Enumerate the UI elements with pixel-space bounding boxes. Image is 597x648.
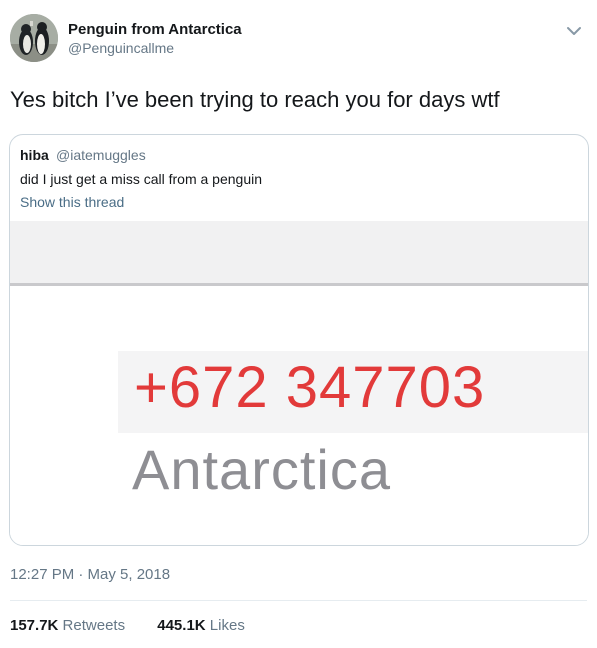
- tweet-stats: 157.7K Retweets 445.1K Likes: [10, 617, 273, 634]
- media-header-band: [10, 221, 588, 283]
- author-name[interactable]: Penguin from Antarctica: [68, 21, 242, 38]
- quoted-author-name[interactable]: hiba: [20, 147, 49, 163]
- caller-location: Antarctica: [132, 438, 391, 501]
- retweets-stat[interactable]: 157.7K Retweets: [10, 617, 125, 634]
- tweet-timestamp[interactable]: 12:27 PM · May 5, 2018: [10, 566, 170, 583]
- quoted-media-image[interactable]: +672 347703 Antarctica: [10, 221, 588, 545]
- caller-phone-number: +672 347703: [134, 355, 486, 420]
- author-avatar[interactable]: [10, 14, 58, 62]
- quoted-tweet-text: did I just get a miss call from a pengui…: [20, 171, 263, 187]
- quoted-tweet-card[interactable]: hiba @iatemuggles did I just get a miss …: [9, 134, 589, 546]
- quoted-author-handle[interactable]: @iatemuggles: [56, 147, 146, 163]
- author-handle[interactable]: @Penguincallme: [68, 40, 174, 56]
- divider: [10, 600, 587, 601]
- likes-stat[interactable]: 445.1K Likes: [157, 617, 245, 634]
- media-divider-line: [10, 283, 588, 286]
- chevron-down-icon[interactable]: [565, 22, 583, 40]
- likes-count: 445.1K: [157, 617, 206, 634]
- likes-label: Likes: [209, 617, 245, 634]
- retweets-count: 157.7K: [10, 617, 59, 634]
- penguins-avatar-icon: [10, 14, 58, 62]
- tweet-text: Yes bitch I’ve been trying to reach you …: [10, 87, 500, 112]
- tweet: Penguin from Antarctica @Penguincallme Y…: [0, 0, 597, 648]
- show-thread-link[interactable]: Show this thread: [20, 194, 124, 210]
- retweets-label: Retweets: [62, 617, 126, 634]
